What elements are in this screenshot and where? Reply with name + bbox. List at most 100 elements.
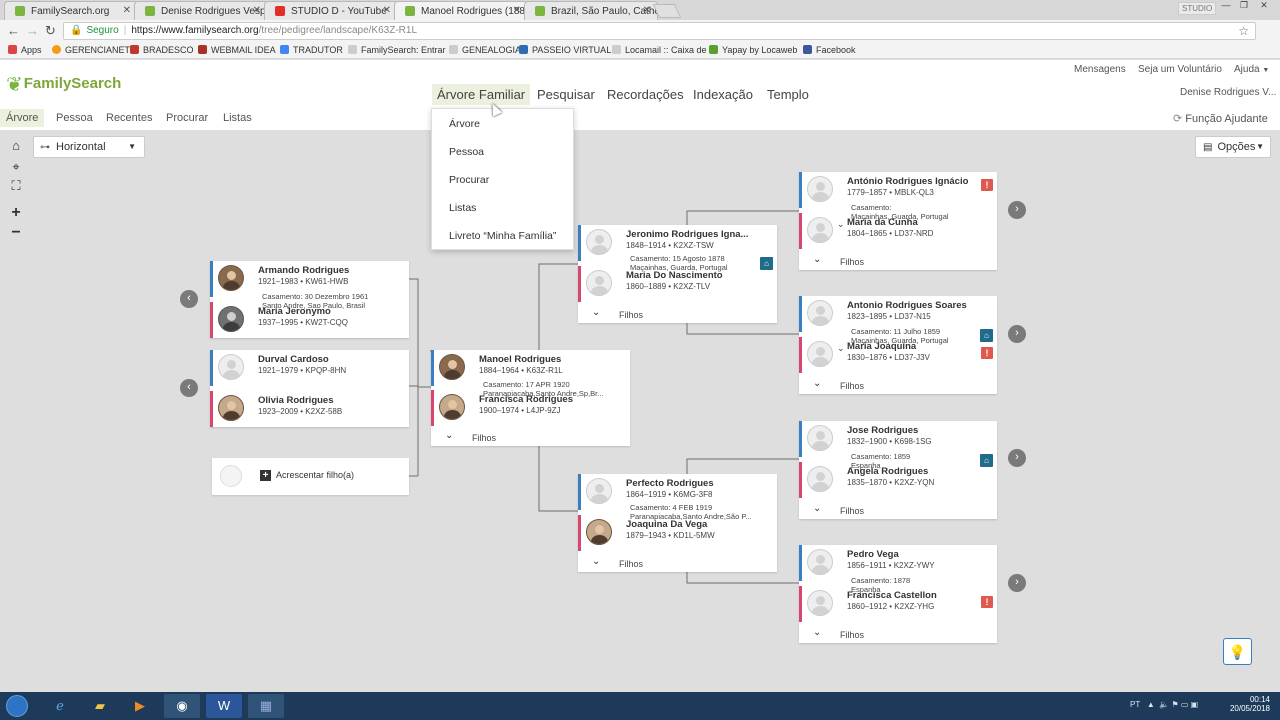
family-card-antonio-soares[interactable]: Antonio Rodrigues Soares 1823–1895 • LD3… bbox=[799, 296, 997, 394]
children-toggle[interactable]: ⌄ Filhos bbox=[799, 502, 997, 519]
nav-search[interactable]: Pesquisar bbox=[537, 87, 595, 102]
nav-temple[interactable]: Templo bbox=[767, 87, 809, 102]
bookmark-gerencianet[interactable]: GERENCIANET bbox=[52, 45, 130, 55]
expand-right-arrow-icon[interactable]: › bbox=[1008, 201, 1026, 219]
bookmark-familysearch[interactable]: FamilySearch: Entrar bbox=[348, 45, 446, 55]
recorder-icon[interactable]: ▦ bbox=[248, 694, 284, 718]
tab-brazil[interactable]: Brazil, São Paulo, Catholic ✕ bbox=[524, 1, 658, 20]
children-toggle[interactable]: ⌄ Filhos bbox=[799, 626, 997, 643]
back-icon[interactable]: ← bbox=[7, 23, 20, 38]
bookmark-locamail[interactable]: Locamail :: Caixa de bbox=[612, 45, 707, 55]
subnav-person[interactable]: Pessoa bbox=[56, 112, 93, 124]
person-olivia[interactable]: Olivia Rodrigues 1923–2009 • K2XZ-58B bbox=[210, 391, 409, 427]
close-window-icon[interactable]: ✕ bbox=[1256, 0, 1272, 12]
alert-icon[interactable]: ! bbox=[981, 347, 993, 359]
person-maria-jeronymo[interactable]: Maria Jeronymo 1937–1995 • KW2T-CQQ bbox=[210, 302, 409, 338]
tab-denise[interactable]: Denise Rodrigues Vespol ✕ bbox=[134, 1, 268, 20]
family-card-jeronimo[interactable]: Jeronimo Rodrigues Igna... 1848–1914 • K… bbox=[578, 225, 777, 323]
fullscreen-icon[interactable]: ⛶ bbox=[6, 176, 26, 196]
close-tab-icon[interactable]: ✕ bbox=[123, 5, 131, 16]
volunteer-link[interactable]: Seja um Voluntário bbox=[1138, 64, 1222, 75]
clock[interactable]: 00:14 20/05/2018 bbox=[1230, 695, 1270, 713]
subnav-recent[interactable]: Recentes bbox=[106, 112, 152, 124]
zoom-in-icon[interactable]: + bbox=[6, 203, 26, 223]
chevron-down-icon[interactable]: ⌄ bbox=[837, 343, 845, 354]
chevron-down-icon[interactable]: ⌄ bbox=[837, 219, 845, 230]
url-input[interactable]: 🔒 Seguro | https://www.familysearch.org/tre… bbox=[63, 22, 1256, 40]
nav-indexing[interactable]: Indexação bbox=[693, 87, 753, 102]
expand-right-arrow-icon[interactable]: › bbox=[1008, 449, 1026, 467]
bookmark-tradutor[interactable]: TRADUTOR bbox=[280, 45, 343, 55]
family-card-manoel[interactable]: Manoel Rodrigues 1884–1964 • K63Z-R1L Ca… bbox=[431, 350, 630, 446]
person-francisca-castellon[interactable]: Francisca Castellon 1860–1912 • K2XZ-YHG… bbox=[799, 586, 997, 622]
menu-item-tree[interactable]: Árvore bbox=[449, 118, 480, 130]
locate-icon[interactable]: ⌖ bbox=[6, 157, 26, 177]
tab-youtube[interactable]: STUDIO D - YouTube ✕ bbox=[264, 1, 398, 20]
bookmark-webmail[interactable]: WEBMAIL IDEA bbox=[198, 45, 276, 55]
close-tab-icon[interactable]: ✕ bbox=[643, 5, 651, 16]
bookmark-star-icon[interactable]: ☆ bbox=[1238, 24, 1249, 38]
children-toggle[interactable]: ⌄ Filhos bbox=[799, 377, 997, 394]
media-player-icon[interactable]: ▶ bbox=[122, 694, 158, 718]
add-child-button[interactable]: + Acrescentar filho(a) bbox=[212, 458, 409, 495]
family-card-pedro[interactable]: Pedro Vega 1856–1911 • K2XZ-YWY Casament… bbox=[799, 545, 997, 643]
family-card-perfecto[interactable]: Perfecto Rodrigues 1864–1919 • K6MG-3F8 … bbox=[578, 474, 777, 572]
tab-manoel[interactable]: Manoel Rodrigues (1884- ✕ bbox=[394, 1, 528, 20]
bookmark-genealogia[interactable]: GENEALOGIA bbox=[449, 45, 521, 55]
menu-item-booklet[interactable]: Livreto “Minha Família” bbox=[449, 230, 556, 242]
menu-item-lists[interactable]: Listas bbox=[449, 202, 476, 214]
zoom-out-icon[interactable]: − bbox=[6, 223, 26, 243]
family-card-jose[interactable]: Jose Rodrigues 1832–1900 • K698-1SG Casa… bbox=[799, 421, 997, 519]
pedigree-canvas[interactable]: ⌂ ⌖ ⛶ + − ⊶ Horizontal ▼ ▤ Opções ▼ ‹ ‹ Arma… bbox=[0, 131, 1280, 692]
person-joaquina[interactable]: Joaquina Da Vega 1879–1943 • KD1L-5MW bbox=[578, 515, 777, 551]
bookmark-apps[interactable]: Apps bbox=[8, 45, 42, 55]
file-explorer-icon[interactable]: ▰ bbox=[82, 694, 118, 718]
menu-item-person[interactable]: Pessoa bbox=[449, 146, 484, 158]
nav-memories[interactable]: Recordações bbox=[607, 87, 684, 102]
user-menu[interactable]: Denise Rodrigues V... bbox=[1180, 87, 1276, 98]
restore-icon[interactable]: ❐ bbox=[1236, 0, 1252, 12]
messages-link[interactable]: Mensagens bbox=[1074, 64, 1126, 75]
familysearch-logo[interactable]: ❦FamilySearch bbox=[6, 72, 121, 97]
home-icon[interactable]: ⌂ bbox=[6, 136, 26, 156]
person-maria-joaquina[interactable]: ⌄ Maria Joaquina 1830–1876 • LD37-J3V ! bbox=[799, 337, 997, 373]
family-card-antonio-ignacio[interactable]: António Rodrigues Ignácio 1779–1857 • MB… bbox=[799, 172, 997, 270]
help-link[interactable]: Ajuda ▼ bbox=[1234, 64, 1269, 75]
options-button[interactable]: ▤ Opções ▼ bbox=[1195, 136, 1271, 158]
menu-item-find[interactable]: Procurar bbox=[449, 174, 489, 186]
person-maria-da-cunha[interactable]: ⌄ Maria da Cunha 1804–1865 • LD37-NRD bbox=[799, 213, 997, 249]
person-maria-do-nascimento[interactable]: Maria Do Nascimento 1860–1889 • K2XZ-TLV bbox=[578, 266, 777, 302]
close-tab-icon[interactable]: ✕ bbox=[253, 5, 261, 16]
alert-icon[interactable]: ! bbox=[981, 179, 993, 191]
lightbulb-help-button[interactable]: 💡 bbox=[1223, 638, 1252, 665]
bookmark-bradesco[interactable]: BRADESCO bbox=[130, 45, 194, 55]
internet-explorer-icon[interactable]: ℯ bbox=[42, 694, 78, 718]
expand-right-arrow-icon[interactable]: › bbox=[1008, 325, 1026, 343]
view-layout-select[interactable]: ⊶ Horizontal ▼ bbox=[33, 136, 145, 158]
bookmark-yapay[interactable]: Yapay by Locaweb bbox=[709, 45, 797, 55]
bookmark-facebook[interactable]: Facebook bbox=[803, 45, 856, 55]
close-tab-icon[interactable]: ✕ bbox=[383, 5, 391, 16]
person-francisca-rodrigues[interactable]: Francisca Rodrigues 1900–1974 • L4JP-9ZJ bbox=[431, 390, 630, 426]
tab-familysearch[interactable]: FamilySearch.org ✕ bbox=[4, 1, 138, 20]
children-toggle[interactable]: ⌄ Filhos bbox=[799, 253, 997, 270]
family-card-armando[interactable]: Armando Rodrigues 1921–1983 • KW61-HWB C… bbox=[210, 261, 409, 338]
bookmark-passeio[interactable]: PASSEIO VIRTUAL bbox=[519, 45, 611, 55]
subnav-tree[interactable]: Árvore bbox=[0, 109, 45, 127]
expand-right-arrow-icon[interactable]: › bbox=[1008, 574, 1026, 592]
expand-left-arrow-icon[interactable]: ‹ bbox=[180, 290, 198, 308]
chrome-icon[interactable]: ◉ bbox=[164, 694, 200, 718]
person-durval[interactable]: Durval Cardoso 1921–1979 • KPQP-8HN bbox=[210, 350, 409, 386]
children-toggle[interactable]: ⌄ Filhos bbox=[578, 555, 777, 572]
reload-icon[interactable]: ↻ bbox=[45, 23, 56, 39]
children-toggle[interactable]: ⌄ Filhos bbox=[431, 429, 630, 446]
helper-feature-link[interactable]: ⟳ Função Ajudante bbox=[1173, 112, 1268, 125]
expand-left-arrow-icon[interactable]: ‹ bbox=[180, 379, 198, 397]
windows-start-button[interactable] bbox=[6, 695, 28, 717]
children-toggle[interactable]: ⌄ Filhos bbox=[578, 306, 777, 323]
nav-family-tree[interactable]: Árvore Familiar bbox=[432, 84, 531, 105]
word-icon[interactable]: W bbox=[206, 694, 242, 718]
alert-icon[interactable]: ! bbox=[981, 596, 993, 608]
subnav-lists[interactable]: Listas bbox=[223, 112, 252, 124]
minimize-icon[interactable]: — bbox=[1218, 0, 1234, 12]
